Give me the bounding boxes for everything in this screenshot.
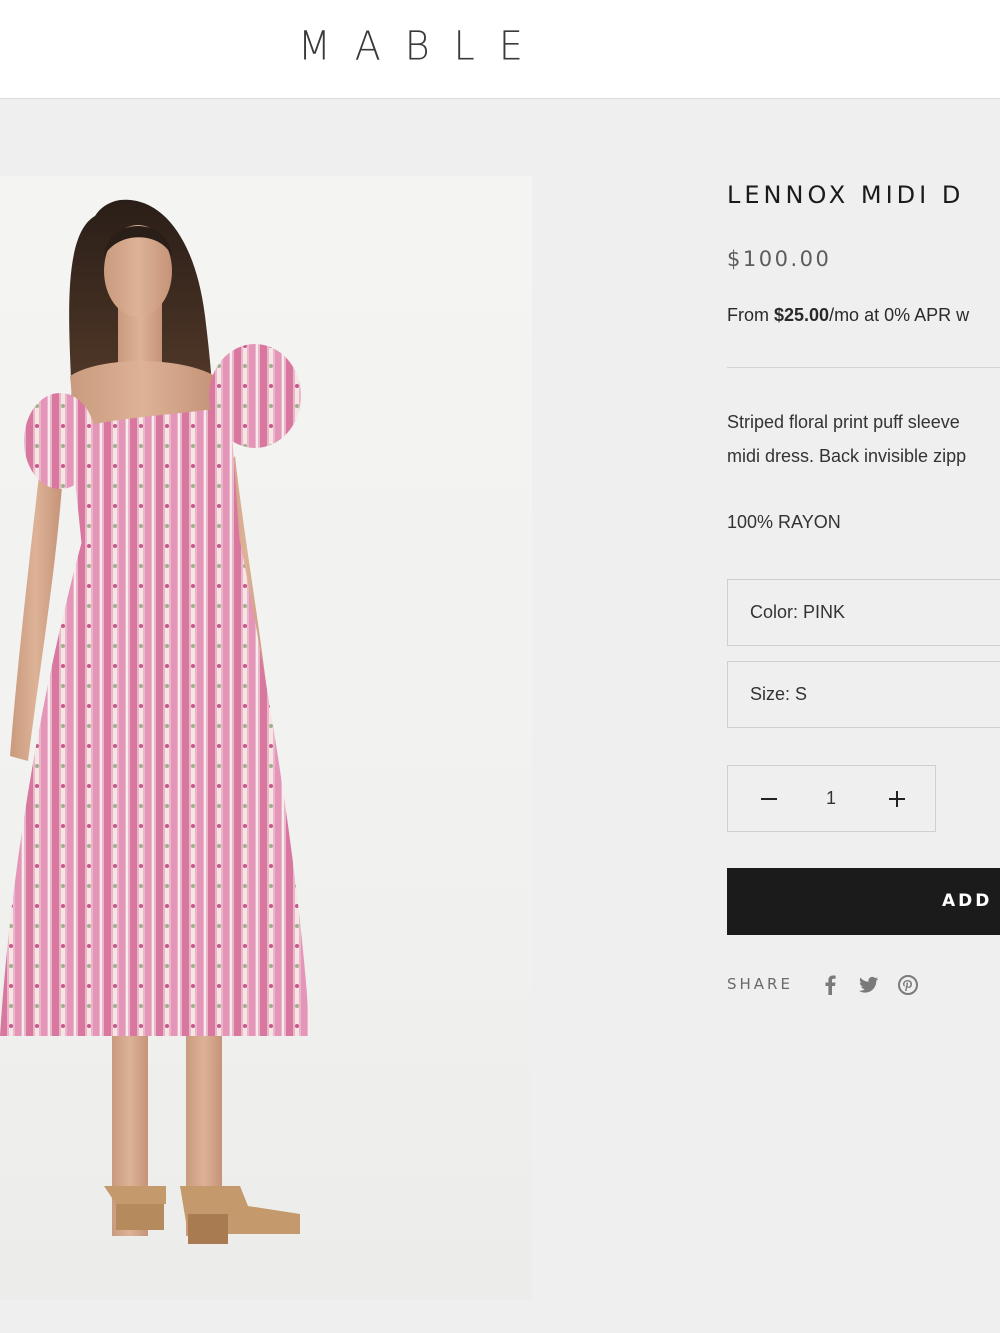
- share-label: SHARE: [727, 975, 793, 993]
- material-text: 100% RAYON: [727, 512, 841, 532]
- quantity-stepper: 1: [727, 765, 936, 832]
- quantity-decrease-button[interactable]: [736, 766, 802, 831]
- description-line-2: midi dress. Back invisible zipp: [727, 446, 967, 466]
- divider: [727, 367, 1000, 368]
- facebook-icon: [825, 975, 836, 995]
- quantity-increase-button[interactable]: [864, 766, 930, 831]
- product-price: $100.00: [727, 247, 832, 271]
- site-logo[interactable]: MABLE: [298, 23, 523, 69]
- color-select[interactable]: Color: PINK: [727, 579, 1000, 646]
- pinterest-icon: [898, 975, 918, 995]
- product-image[interactable]: [0, 176, 532, 1300]
- minus-icon: [761, 797, 777, 800]
- quantity-value[interactable]: 1: [798, 766, 864, 831]
- add-to-cart-button[interactable]: ADD: [727, 868, 1000, 935]
- financing-amount: $25.00: [774, 305, 830, 325]
- financing-text: From $25.00/mo at 0% APR w: [727, 305, 969, 326]
- size-select[interactable]: Size: S: [727, 661, 1000, 728]
- facebook-share-button[interactable]: [819, 974, 841, 996]
- financing-prefix: From: [727, 305, 774, 325]
- description-line-1: Striped floral print puff sleeve: [727, 412, 960, 432]
- model-illustration: [0, 199, 310, 1244]
- product-info: LENNOX MIDI D $100.00 From $25.00/mo at …: [727, 0, 1000, 1333]
- financing-suffix[interactable]: /mo at 0% APR w: [829, 305, 969, 325]
- product-description: Striped floral print puff sleeve midi dr…: [727, 405, 1000, 473]
- twitter-share-button[interactable]: [858, 974, 880, 996]
- pinterest-share-button[interactable]: [897, 974, 919, 996]
- product-title: LENNOX MIDI D: [727, 181, 965, 209]
- plus-icon: [889, 790, 905, 807]
- twitter-icon: [859, 976, 879, 993]
